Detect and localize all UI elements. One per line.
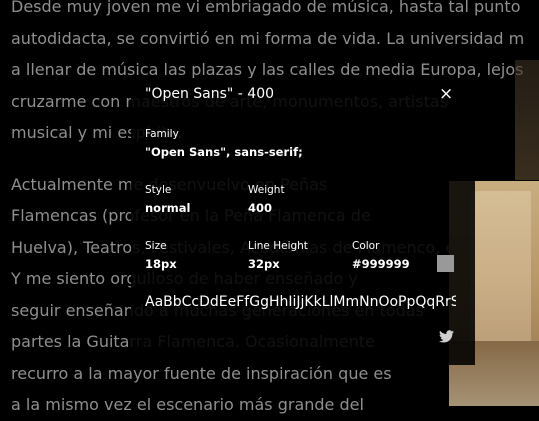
- style-value[interactable]: normal: [145, 201, 190, 215]
- size-label: Size: [145, 240, 167, 252]
- line-height-label: Line Height: [248, 240, 308, 252]
- font-inspector-title: "Open Sans" - 400: [145, 86, 275, 102]
- article-line: autodidacta, se convirtió en mi forma de…: [11, 28, 525, 48]
- weight-value[interactable]: 400: [248, 201, 272, 215]
- color-label: Color: [352, 240, 380, 252]
- style-label: Style: [145, 184, 172, 196]
- background-photo-edge: [515, 60, 539, 180]
- twitter-icon[interactable]: [439, 330, 454, 343]
- size-value[interactable]: 18px: [145, 257, 177, 271]
- line-height-value[interactable]: 32px: [248, 257, 280, 271]
- family-value[interactable]: "Open Sans", sans-serif;: [145, 145, 303, 159]
- article-line: Desde muy joven me vi embriagado de músi…: [11, 0, 521, 16]
- font-sample-text: AaBbCcDdEeFfGgHhIiJjKkLlMmNnOoPpQqRrSsTt…: [145, 294, 456, 310]
- close-icon[interactable]: ×: [439, 84, 453, 104]
- color-value[interactable]: #999999: [352, 257, 410, 271]
- font-inspector-panel: "Open Sans" - 400 × Family "Open Sans", …: [131, 78, 475, 365]
- family-label: Family: [145, 128, 179, 140]
- photo-wall: [471, 191, 531, 341]
- color-swatch[interactable]: [437, 255, 454, 272]
- weight-label: Weight: [248, 184, 285, 196]
